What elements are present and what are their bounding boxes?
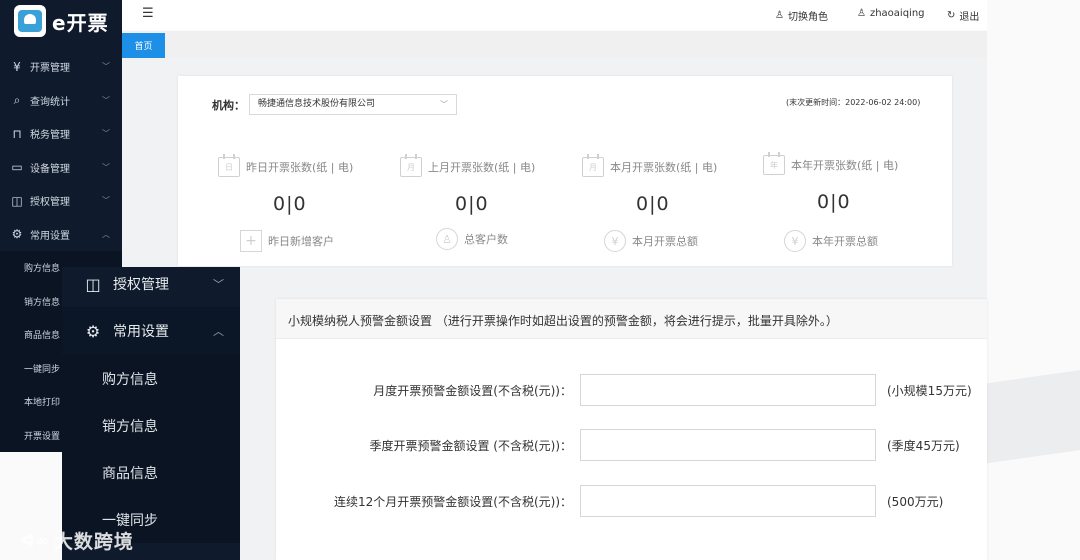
yen-icon: ¥ [784, 230, 806, 252]
add-customer-icon: + [240, 230, 262, 252]
sidebar-item-invoice[interactable]: ¥ 开票管理 ﹀ [0, 50, 122, 84]
invoice-icon: ¥ [13, 59, 21, 74]
watermark-logo-icon: ᐊ∞ [20, 531, 50, 550]
user-icon: ♙ [857, 8, 866, 19]
overlay-item-authorize[interactable]: ◫ 授权管理 ﹀ [62, 260, 240, 308]
overlay-subitem-goods[interactable]: 商品信息 [62, 449, 240, 496]
stat-total-customers: ♙ 总客户数 [436, 228, 508, 250]
calendar-icon: 月 [582, 154, 604, 177]
chevron-up-icon: ︿ [102, 229, 110, 239]
stat-value: 0|0 [817, 191, 851, 213]
stat-this-month-count: 月 本月开票张数(纸 | 电) [582, 154, 718, 177]
yen-icon: ¥ [604, 230, 626, 252]
org-label: 机构： [212, 99, 245, 112]
stat-year-total: ¥ 本年开票总额 [784, 230, 878, 252]
top-header: ☰ ♙ 切换角色 ♙ zhaoaiqing ↻ 退出 [122, 0, 987, 30]
logout-icon: ↻ [947, 10, 956, 21]
search-icon: ⌕ [13, 92, 21, 107]
quarterly-warning-input[interactable] [580, 429, 876, 461]
stat-value: 0|0 [273, 193, 307, 215]
username-label: zhaoaiqing [869, 8, 925, 19]
quarterly-warning-label: 季度开票预警金额设置 (不含税(元))： [369, 439, 572, 453]
update-time: (末次更新时间：2022-06-02 24:00) [786, 98, 921, 107]
monthly-warning-label: 月度开票预警金额设置(不含税(元))： [373, 384, 572, 398]
stat-value: 0|0 [636, 193, 670, 215]
sidebar-item-authorize[interactable]: ◫ 授权管理 ﹀ [0, 184, 122, 218]
calendar-icon: 年 [763, 152, 785, 175]
calendar-icon: 日 [218, 154, 240, 177]
stat-label: 昨日开票张数(纸 | 电) [246, 161, 354, 174]
chevron-down-icon: ﹀ [102, 62, 110, 72]
chevron-down-icon: ﹀ [102, 196, 110, 206]
stat-label: 本年开票总额 [812, 235, 878, 248]
tab-home[interactable]: 首页 [122, 33, 165, 58]
stat-label: 本月开票总额 [632, 235, 698, 248]
stat-label: 本月开票张数(纸 | 电) [610, 161, 718, 174]
watermark-text: 大数跨境 [53, 531, 134, 553]
stat-label: 昨日新增客户 [268, 235, 334, 248]
gear-icon: ⚙ [11, 227, 23, 242]
annual-warning-input[interactable] [580, 485, 876, 517]
tax-icon: ⊓ [12, 126, 22, 141]
logout-button[interactable]: ↻ 退出 [947, 8, 979, 23]
monthly-warning-hint: (小规模15万元) [887, 384, 972, 398]
overlay-item-label: 常用设置 [113, 324, 169, 340]
annual-warning-hint: (500万元) [887, 495, 944, 509]
stat-value: 0|0 [455, 193, 489, 215]
chevron-down-icon: ﹀ [102, 129, 110, 139]
sidebar-item-label: 常用设置 [30, 230, 70, 242]
chevron-up-icon: ︿ [213, 325, 224, 338]
org-select-value: 畅捷通信息技术股份有限公司 [258, 99, 376, 109]
user-icon: ♙ [775, 10, 784, 21]
tab-bar: 首页 [122, 31, 987, 58]
calendar-icon: 月 [400, 154, 422, 177]
stat-new-customers: + 昨日新增客户 [240, 230, 334, 252]
stat-last-month-count: 月 上月开票张数(纸 | 电) [400, 154, 536, 177]
stat-month-total: ¥ 本月开票总额 [604, 230, 698, 252]
logo-text: e开票 [52, 10, 109, 35]
overlay-item-settings[interactable]: ⚙ 常用设置 ︿ [62, 307, 240, 355]
sidebar-item-label: 授权管理 [30, 197, 70, 209]
chevron-down-icon: ﹀ [102, 162, 110, 172]
device-icon: ▭ [11, 160, 23, 175]
stat-yesterday-count: 日 昨日开票张数(纸 | 电) [218, 154, 354, 177]
switch-role-button[interactable]: ♙ 切换角色 [775, 8, 828, 23]
overlay-item-label: 授权管理 [113, 277, 169, 293]
switch-role-label: 切换角色 [787, 12, 828, 23]
sidebar-item-settings[interactable]: ⚙ 常用设置 ︿ [0, 218, 122, 252]
sidebar-item-label: 查询统计 [30, 96, 70, 108]
customer-icon: ♙ [436, 228, 458, 250]
monthly-warning-input[interactable] [580, 374, 876, 406]
gear-icon: ⚙ [85, 321, 101, 341]
watermark: ᐊ∞ 大数跨境 [20, 527, 134, 554]
sidebar-item-query[interactable]: ⌕ 查询统计 ﹀ [0, 84, 122, 118]
collapse-menu-icon[interactable]: ☰ [142, 6, 154, 21]
overlay-subitem-buyer[interactable]: 购方信息 [62, 355, 240, 402]
authorize-icon: ◫ [11, 193, 23, 208]
chevron-down-icon: ﹀ [102, 95, 110, 105]
sidebar-item-tax[interactable]: ⊓ 税务管理 ﹀ [0, 117, 122, 151]
annual-warning-label: 连续12个月开票预警金额设置(不含税(元))： [334, 495, 572, 509]
chevron-down-icon: ﹀ [213, 278, 224, 291]
stat-this-year-count: 年 本年开票张数(纸 | 电) [763, 152, 899, 175]
sidebar-item-label: 税务管理 [30, 130, 70, 142]
sidebar-item-label: 开票管理 [30, 63, 70, 75]
authorize-icon: ◫ [85, 274, 101, 294]
sidebar-item-device[interactable]: ▭ 设备管理 ﹀ [0, 151, 122, 185]
stat-label: 本年开票张数(纸 | 电) [791, 159, 899, 172]
sidebar-item-label: 设备管理 [30, 163, 70, 175]
app-logo[interactable]: e开票 [14, 5, 109, 37]
overlay-subitem-seller[interactable]: 销方信息 [62, 402, 240, 449]
stat-label: 总客户数 [464, 233, 508, 246]
stat-label: 上月开票张数(纸 | 电) [428, 161, 536, 174]
cloud-logo-icon [14, 5, 46, 37]
chevron-down-icon: ﹀ [440, 100, 448, 109]
org-select[interactable]: 畅捷通信息技术股份有限公司 ﹀ [249, 94, 457, 115]
username-button[interactable]: ♙ zhaoaiqing [857, 8, 925, 19]
logout-label: 退出 [959, 12, 980, 23]
warning-settings-title: 小规模纳税人预警金额设置 （进行开票操作时如超出设置的预警金额，将会进行提示，批… [288, 314, 838, 328]
quarterly-warning-hint: (季度45万元) [887, 439, 960, 453]
zoomed-menu-overlay: ◫ 授权管理 ﹀ ⚙ 常用设置 ︿ 购方信息 销方信息 商品信息 一键同步 [62, 267, 240, 560]
